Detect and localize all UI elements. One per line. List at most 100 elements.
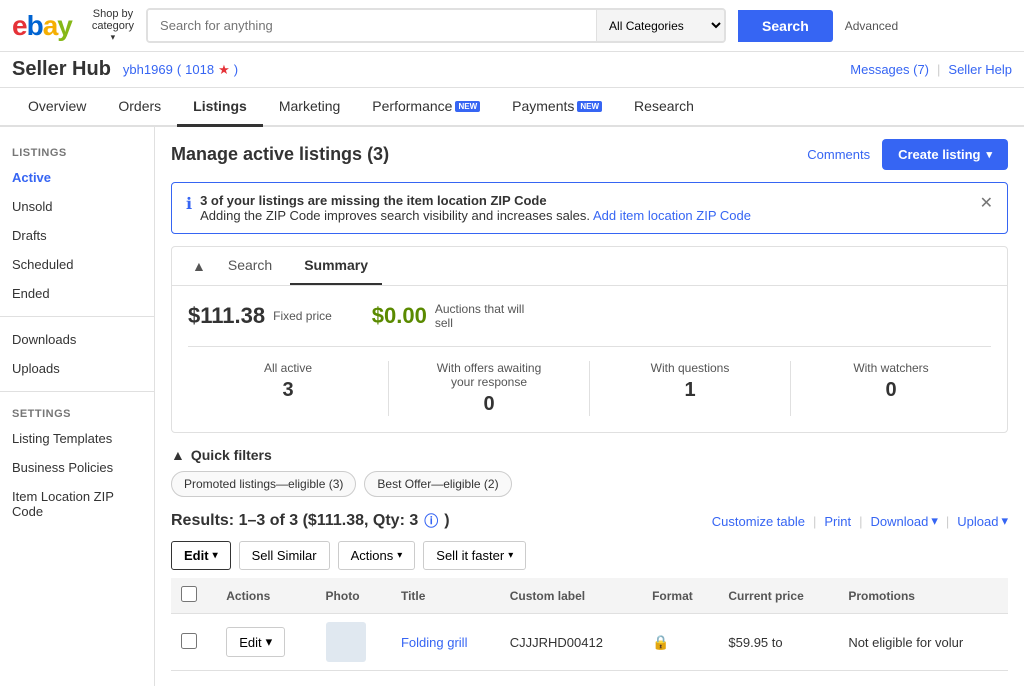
tab-orders[interactable]: Orders <box>102 88 177 127</box>
row-title-cell: Folding grill <box>391 614 500 671</box>
results-count-text: Results: 1–3 of 3 ($111.38, Qty: 3 <box>171 512 418 530</box>
tab-overview[interactable]: Overview <box>12 88 102 127</box>
table-header-row: Actions Photo Title Custom label Format … <box>171 578 1008 614</box>
actions-button[interactable]: Actions ▾ <box>338 541 416 570</box>
row-custom-label-cell: CJJJRHD00412 <box>500 614 642 671</box>
quick-filters-collapse-icon: ▲ <box>171 447 185 463</box>
stat-questions-value: 1 <box>598 379 782 402</box>
row-actions-cell: Edit ▾ <box>216 614 315 671</box>
row-format-cell: 🔒 <box>642 614 718 671</box>
ebay-b: b <box>27 10 43 42</box>
sidebar-item-listing-templates[interactable]: Listing Templates <box>0 424 154 453</box>
messages-link[interactable]: Messages (7) <box>850 62 929 77</box>
fixed-price-item: $111.38 Fixed price <box>188 303 332 329</box>
results-info-icon[interactable]: ⓘ <box>424 511 438 531</box>
sidebar-item-uploads[interactable]: Uploads <box>0 354 154 383</box>
row-photo-cell <box>316 614 391 671</box>
tab-performance[interactable]: Performance NEW <box>356 88 496 127</box>
summary-prices: $111.38 Fixed price $0.00 Auctions that … <box>188 302 991 330</box>
tab-research[interactable]: Research <box>618 88 710 127</box>
tab-listings[interactable]: Listings <box>177 88 263 127</box>
customize-table-link[interactable]: Customize table <box>712 514 805 529</box>
col-photo: Photo <box>316 578 391 614</box>
search-input[interactable] <box>148 10 596 41</box>
create-listing-button[interactable]: Create listing ▾ <box>882 139 1008 170</box>
select-all-checkbox[interactable] <box>181 586 197 602</box>
stat-questions-label: With questions <box>598 361 782 375</box>
comments-link[interactable]: Comments <box>807 147 870 162</box>
star-icon: ★ <box>218 62 230 78</box>
shop-by-category[interactable]: Shop by category ▾ <box>92 8 134 43</box>
stat-questions: With questions 1 <box>590 361 791 416</box>
edit-button[interactable]: Edit ▾ <box>171 541 231 570</box>
row-checkbox[interactable] <box>181 633 197 649</box>
alert-close-button[interactable]: ✕ <box>980 193 993 213</box>
advanced-link[interactable]: Advanced <box>845 19 898 33</box>
sidebar-item-ended[interactable]: Ended <box>0 279 154 308</box>
upload-dropdown[interactable]: Upload ▾ <box>957 513 1008 529</box>
quick-filters-header[interactable]: ▲ Quick filters <box>171 447 1008 463</box>
ebay-a: a <box>43 10 58 42</box>
row-edit-button[interactable]: Edit ▾ <box>226 627 285 657</box>
print-link[interactable]: Print <box>824 514 851 529</box>
row-promotions-cell: Not eligible for volur <box>838 614 1008 671</box>
edit-label: Edit <box>184 548 209 563</box>
sidebar-item-business-policies[interactable]: Business Policies <box>0 453 154 482</box>
sidebar-divider-2 <box>0 391 154 392</box>
sidebar-item-drafts[interactable]: Drafts <box>0 221 154 250</box>
summary-tabs: ▲ Search Summary <box>172 247 1007 286</box>
sell-similar-button[interactable]: Sell Similar <box>239 541 330 570</box>
fixed-price-label: Fixed price <box>273 309 332 323</box>
alert-normal-text: Adding the ZIP Code improves search visi… <box>200 208 590 223</box>
alert-content: ℹ 3 of your listings are missing the ite… <box>186 193 751 223</box>
sell-faster-label: Sell it faster <box>436 548 504 563</box>
sidebar-item-unsold[interactable]: Unsold <box>0 192 154 221</box>
alert-bold-text: 3 of your listings are missing the item … <box>200 193 547 208</box>
sep-1: | <box>813 514 816 529</box>
row-checkbox-cell <box>171 614 216 671</box>
auctions-price-label: Auctions that will sell <box>435 302 535 330</box>
filter-chip-best-offer[interactable]: Best Offer—eligible (2) <box>364 471 511 497</box>
seller-help-link[interactable]: Seller Help <box>948 62 1012 77</box>
summary-summary-tab[interactable]: Summary <box>290 247 382 285</box>
col-actions: Actions <box>216 578 315 614</box>
page-title: Manage active listings (3) <box>171 144 389 165</box>
shop-by-category-label: category <box>92 20 134 32</box>
seller-hub-title: Seller Hub <box>12 58 111 81</box>
sidebar-item-scheduled[interactable]: Scheduled <box>0 250 154 279</box>
stat-watchers-value: 0 <box>799 379 983 402</box>
col-checkbox <box>171 578 216 614</box>
content-area: Manage active listings (3) Comments Crea… <box>155 127 1024 686</box>
download-arrow-icon: ▾ <box>931 513 938 529</box>
sidebar-item-active[interactable]: Active <box>0 163 154 192</box>
stat-all-active-value: 3 <box>196 379 380 402</box>
add-zip-code-link[interactable]: Add item location ZIP Code <box>593 208 751 223</box>
col-current-price: Current price <box>718 578 838 614</box>
search-button[interactable]: Search <box>738 10 833 42</box>
stat-all-active-label: All active <box>196 361 380 375</box>
upload-arrow-icon: ▾ <box>1001 513 1008 529</box>
summary-search-tab[interactable]: Search <box>214 247 286 285</box>
tab-payments[interactable]: Payments NEW <box>496 88 618 127</box>
stat-offers-awaiting: With offers awaitingyour response 0 <box>389 361 590 416</box>
rating-text: 1018 <box>185 62 214 77</box>
seller-username[interactable]: ybh1969 (1018 ★) <box>123 62 238 78</box>
summary-collapse-button[interactable]: ▲ <box>188 248 210 284</box>
sidebar-item-downloads[interactable]: Downloads <box>0 325 154 354</box>
stat-offers-value: 0 <box>397 393 581 416</box>
sell-faster-button[interactable]: Sell it faster ▾ <box>423 541 526 570</box>
tab-marketing[interactable]: Marketing <box>263 88 356 127</box>
filter-chip-promoted[interactable]: Promoted listings—eligible (3) <box>171 471 356 497</box>
sidebar-item-zip-code[interactable]: Item Location ZIP Code <box>0 482 154 526</box>
shop-by-label: Shop by <box>93 8 133 20</box>
listing-title-link[interactable]: Folding grill <box>401 635 467 650</box>
download-dropdown[interactable]: Download ▾ <box>871 513 938 529</box>
header: ebay Shop by category ▾ All Categories S… <box>0 0 1024 52</box>
actions-label: Actions <box>351 548 394 563</box>
table-toolbar: Edit ▾ Sell Similar Actions ▾ Sell it fa… <box>171 541 1008 570</box>
separator: | <box>937 62 940 77</box>
auctions-price-item: $0.00 Auctions that will sell <box>372 302 535 330</box>
listings-table: Actions Photo Title Custom label Format … <box>171 578 1008 671</box>
info-icon: ℹ <box>186 194 192 214</box>
category-select[interactable]: All Categories <box>596 10 724 41</box>
